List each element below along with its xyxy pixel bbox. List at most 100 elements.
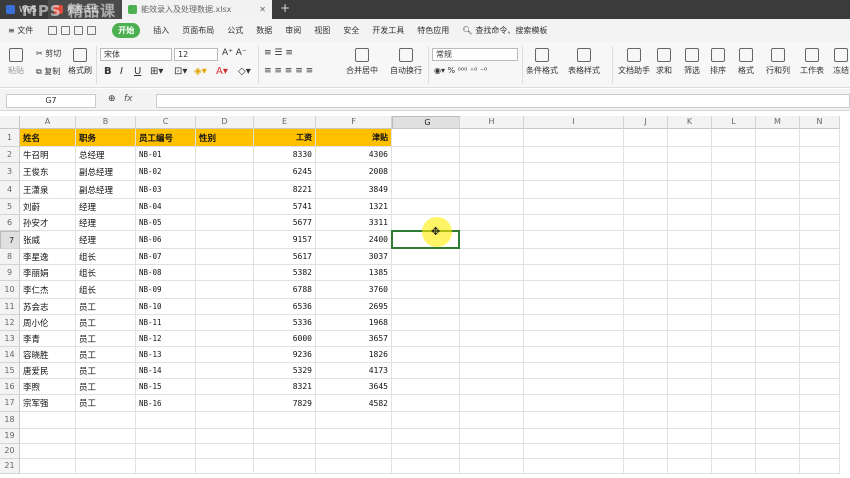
- cell-l2[interactable]: [712, 147, 756, 163]
- cell-h10[interactable]: [460, 281, 524, 299]
- cell-e5[interactable]: 5741: [254, 199, 316, 215]
- cell-c14[interactable]: NB-13: [136, 347, 196, 363]
- sort-button[interactable]: 排序: [710, 48, 726, 76]
- row-header-19[interactable]: 19: [0, 429, 20, 444]
- cell-i5[interactable]: [524, 199, 624, 215]
- cell-g8[interactable]: [392, 249, 460, 265]
- doc-helper-button[interactable]: 文档助手: [618, 48, 650, 76]
- cell-i21[interactable]: [524, 459, 624, 474]
- cell-i9[interactable]: [524, 265, 624, 281]
- cell-g12[interactable]: [392, 315, 460, 331]
- clear-format-icon[interactable]: ◇▾: [238, 66, 251, 77]
- cell-f14[interactable]: 1826: [316, 347, 392, 363]
- cell-b8[interactable]: 组长: [76, 249, 136, 265]
- cell-k20[interactable]: [668, 444, 712, 459]
- cell-g19[interactable]: [392, 429, 460, 444]
- cell-k11[interactable]: [668, 299, 712, 315]
- cell-b19[interactable]: [76, 429, 136, 444]
- cell-f9[interactable]: 1385: [316, 265, 392, 281]
- cell-l19[interactable]: [712, 429, 756, 444]
- row-header-16[interactable]: 16: [0, 379, 20, 395]
- cell-n15[interactable]: [800, 363, 840, 379]
- cell-b9[interactable]: 组长: [76, 265, 136, 281]
- cell-k18[interactable]: [668, 412, 712, 429]
- copy-button[interactable]: ⧉ 复制: [36, 66, 60, 77]
- cell-h8[interactable]: [460, 249, 524, 265]
- cell-h2[interactable]: [460, 147, 524, 163]
- number-format-select[interactable]: 常规: [432, 48, 518, 61]
- cell-style-icon[interactable]: ⊡▾: [174, 66, 187, 77]
- cell-m6[interactable]: [756, 215, 800, 231]
- conditional-format-button[interactable]: 条件格式: [526, 48, 558, 76]
- cell-g20[interactable]: [392, 444, 460, 459]
- cell-j19[interactable]: [624, 429, 668, 444]
- cell-i1[interactable]: [524, 129, 624, 147]
- column-header-f[interactable]: F: [316, 116, 392, 129]
- cell-l4[interactable]: [712, 181, 756, 199]
- cell-e15[interactable]: 5329: [254, 363, 316, 379]
- column-header-g[interactable]: G: [392, 116, 460, 129]
- cell-i11[interactable]: [524, 299, 624, 315]
- cell-j4[interactable]: [624, 181, 668, 199]
- cell-c4[interactable]: NB-03: [136, 181, 196, 199]
- cell-d12[interactable]: [196, 315, 254, 331]
- cell-b4[interactable]: 副总经理: [76, 181, 136, 199]
- row-header-15[interactable]: 15: [0, 363, 20, 379]
- cell-n11[interactable]: [800, 299, 840, 315]
- cell-f1[interactable]: 津贴: [316, 129, 392, 147]
- cell-h16[interactable]: [460, 379, 524, 395]
- menu-file[interactable]: ≡ 文件: [8, 25, 33, 36]
- cell-e4[interactable]: 8221: [254, 181, 316, 199]
- cell-a4[interactable]: 王潇泉: [20, 181, 76, 199]
- cell-c20[interactable]: [136, 444, 196, 459]
- cell-c7[interactable]: NB-06: [136, 231, 196, 249]
- cell-n10[interactable]: [800, 281, 840, 299]
- cell-f17[interactable]: 4582: [316, 395, 392, 412]
- cell-k1[interactable]: [668, 129, 712, 147]
- cell-n1[interactable]: [800, 129, 840, 147]
- cell-n5[interactable]: [800, 199, 840, 215]
- sum-button[interactable]: 求和: [656, 48, 672, 76]
- cell-d11[interactable]: [196, 299, 254, 315]
- cell-f18[interactable]: [316, 412, 392, 429]
- cell-m20[interactable]: [756, 444, 800, 459]
- cell-k21[interactable]: [668, 459, 712, 474]
- cell-h14[interactable]: [460, 347, 524, 363]
- cell-f10[interactable]: 3760: [316, 281, 392, 299]
- cell-i19[interactable]: [524, 429, 624, 444]
- cell-j5[interactable]: [624, 199, 668, 215]
- cell-j7[interactable]: [624, 231, 668, 249]
- cell-l11[interactable]: [712, 299, 756, 315]
- cell-g11[interactable]: [392, 299, 460, 315]
- merge-center-button[interactable]: 合并居中: [346, 48, 378, 76]
- cell-n17[interactable]: [800, 395, 840, 412]
- italic-icon[interactable]: I: [120, 66, 123, 77]
- borders-icon[interactable]: ⊞▾: [150, 66, 163, 77]
- cell-c11[interactable]: NB-10: [136, 299, 196, 315]
- cell-e9[interactable]: 5382: [254, 265, 316, 281]
- cell-f5[interactable]: 1321: [316, 199, 392, 215]
- tab-current-file[interactable]: 能效录入及处理数据.xlsx ✕: [122, 0, 272, 19]
- cell-a20[interactable]: [20, 444, 76, 459]
- menu-view[interactable]: 视图: [314, 25, 330, 36]
- cell-f19[interactable]: [316, 429, 392, 444]
- cell-c15[interactable]: NB-14: [136, 363, 196, 379]
- cell-g5[interactable]: [392, 199, 460, 215]
- cell-j15[interactable]: [624, 363, 668, 379]
- fill-color-icon[interactable]: ◈▾: [194, 66, 207, 77]
- cell-d19[interactable]: [196, 429, 254, 444]
- cell-k13[interactable]: [668, 331, 712, 347]
- cell-i12[interactable]: [524, 315, 624, 331]
- cell-k3[interactable]: [668, 163, 712, 181]
- cell-n6[interactable]: [800, 215, 840, 231]
- cell-h5[interactable]: [460, 199, 524, 215]
- align-left-icon[interactable]: ≡ ≡ ≡ ≡ ≡: [264, 66, 313, 76]
- cell-a7[interactable]: 张威: [20, 231, 76, 249]
- cell-h11[interactable]: [460, 299, 524, 315]
- cell-j11[interactable]: [624, 299, 668, 315]
- format-button[interactable]: 格式: [738, 48, 754, 76]
- cell-b17[interactable]: 员工: [76, 395, 136, 412]
- cell-b3[interactable]: 副总经理: [76, 163, 136, 181]
- cell-a17[interactable]: 宗军强: [20, 395, 76, 412]
- bold-icon[interactable]: B: [104, 66, 112, 77]
